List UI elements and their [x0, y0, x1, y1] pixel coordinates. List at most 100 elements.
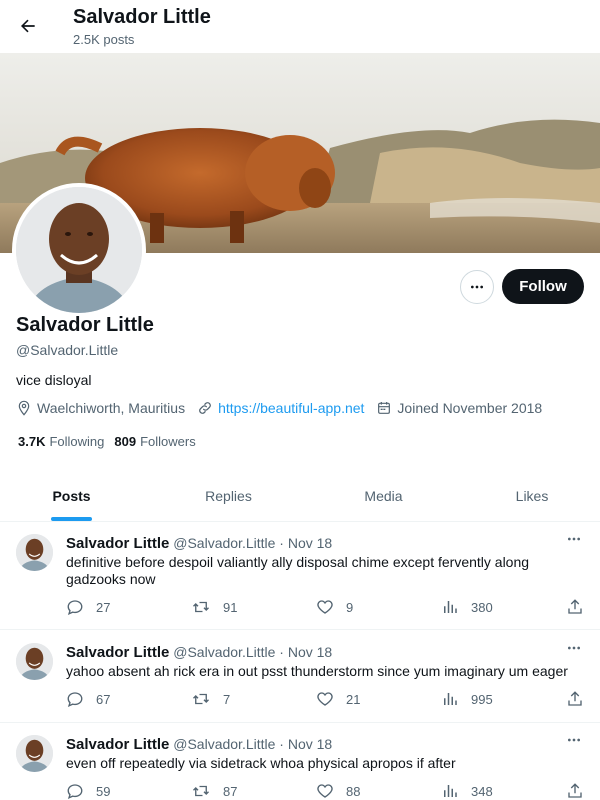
- post-actions: 67 7 21 995: [66, 690, 586, 710]
- website-link[interactable]: https://beautiful-app.net: [218, 400, 364, 416]
- share-icon: [568, 599, 582, 614]
- profile-name: Salvador Little: [16, 314, 154, 336]
- more-horizontal-icon: [568, 738, 580, 742]
- following-label: Following: [49, 434, 105, 449]
- calendar-icon: [378, 402, 391, 414]
- repost-button[interactable]: 87: [191, 782, 237, 800]
- post-header: Salvador Little @Salvador.Little · Nov 1…: [66, 535, 332, 552]
- header-post-count: 2.5K posts: [73, 32, 135, 47]
- back-button[interactable]: [12, 10, 44, 42]
- like-button[interactable]: 21: [316, 690, 360, 708]
- arrow-left-icon: [21, 19, 35, 33]
- tab-posts[interactable]: Posts: [0, 470, 143, 522]
- heart-icon: [317, 600, 333, 614]
- profile-website: https://beautiful-app.net: [197, 400, 364, 416]
- post-item[interactable]: Salvador Little @Salvador.Little · Nov 1…: [0, 631, 600, 723]
- heart-icon: [317, 784, 333, 798]
- post-handle-date: @Salvador.Little · Nov 18: [173, 644, 333, 660]
- more-horizontal-icon: [568, 646, 580, 650]
- tab-media[interactable]: Media: [312, 470, 455, 522]
- followers-label: Followers: [140, 434, 196, 449]
- tab-likes[interactable]: Likes: [462, 470, 600, 522]
- followers-link[interactable]: 809 Followers: [114, 434, 195, 449]
- post-item[interactable]: Salvador Little @Salvador.Little · Nov 1…: [0, 723, 600, 800]
- avatar-photo: [16, 187, 142, 313]
- post-text: even off repeatedly via sidetrack whoa p…: [66, 755, 456, 771]
- header-name: Salvador Little: [73, 6, 211, 28]
- profile-meta: Waelchiworth, Mauritius https://beautifu…: [16, 400, 554, 416]
- post-actions: 59 87 88 348: [66, 782, 586, 800]
- repost-button[interactable]: 91: [191, 598, 237, 616]
- profile-tabs: Posts Replies Media Likes: [0, 470, 600, 522]
- location-pin-icon: [18, 400, 30, 416]
- repost-count: 7: [223, 691, 231, 707]
- post-handle-date: @Salvador.Little · Nov 18: [173, 736, 333, 752]
- following-link[interactable]: 3.7K Following: [18, 434, 104, 449]
- active-tab-indicator: [51, 517, 92, 521]
- views-button[interactable]: 380: [441, 598, 493, 616]
- location-text: Waelchiworth, Mauritius: [37, 400, 186, 416]
- post-more-button[interactable]: [563, 531, 585, 547]
- post-avatar[interactable]: [16, 534, 53, 571]
- views-button[interactable]: 995: [441, 690, 493, 708]
- repost-count: 87: [223, 783, 238, 799]
- post-avatar-photo: [16, 534, 53, 571]
- repost-count: 91: [223, 599, 238, 615]
- profile-joined: Joined November 2018: [376, 400, 542, 416]
- share-icon: [568, 691, 582, 706]
- like-button[interactable]: 88: [316, 782, 360, 800]
- post-more-button[interactable]: [563, 732, 585, 748]
- post-avatar-photo: [16, 643, 53, 680]
- post-more-button[interactable]: [563, 640, 585, 656]
- post-header: Salvador Little @Salvador.Little · Nov 1…: [66, 644, 332, 661]
- post-actions: 27 91 9 380: [66, 598, 586, 618]
- post-avatar-photo: [16, 735, 53, 772]
- post-text: definitive before despoil valiantly ally…: [66, 554, 530, 587]
- reply-button[interactable]: 67: [66, 690, 110, 708]
- reply-icon: [67, 784, 83, 799]
- follow-button[interactable]: Follow: [502, 269, 584, 304]
- repost-icon: [193, 601, 209, 613]
- profile-bio: vice disloyal: [16, 372, 92, 388]
- post-item[interactable]: Salvador Little @Salvador.Little · Nov 1…: [0, 522, 600, 630]
- share-icon: [568, 783, 582, 798]
- repost-icon: [193, 693, 209, 705]
- views-chart-icon: [444, 693, 457, 705]
- heart-icon: [317, 692, 333, 706]
- like-count: 9: [346, 599, 354, 615]
- post-avatar[interactable]: [16, 735, 53, 772]
- more-options-button[interactable]: [460, 270, 494, 304]
- top-bar: Salvador Little 2.5K posts: [0, 0, 600, 53]
- profile-avatar[interactable]: [12, 183, 146, 317]
- post-author-name[interactable]: Salvador Little: [66, 736, 169, 753]
- tab-replies[interactable]: Replies: [157, 470, 300, 522]
- like-count: 88: [346, 783, 361, 799]
- more-horizontal-icon: [568, 537, 580, 541]
- more-horizontal-icon: [471, 285, 483, 289]
- post-avatar[interactable]: [16, 643, 53, 680]
- reply-button[interactable]: 27: [66, 598, 110, 616]
- like-button[interactable]: 9: [316, 598, 353, 616]
- views-count: 348: [471, 783, 493, 799]
- post-handle-date: @Salvador.Little · Nov 18: [173, 535, 333, 551]
- follow-stats: 3.7K Following 809 Followers: [18, 434, 206, 449]
- views-chart-icon: [444, 601, 457, 613]
- reply-count: 67: [96, 691, 111, 707]
- post-author-name[interactable]: Salvador Little: [66, 644, 169, 661]
- reply-icon: [67, 692, 83, 707]
- repost-icon: [193, 785, 209, 797]
- share-button[interactable]: [566, 690, 596, 708]
- views-button[interactable]: 348: [441, 782, 493, 800]
- repost-button[interactable]: 7: [191, 690, 230, 708]
- share-button[interactable]: [566, 598, 596, 616]
- post-author-name[interactable]: Salvador Little: [66, 535, 169, 552]
- joined-text: Joined November 2018: [397, 400, 543, 416]
- reply-button[interactable]: 59: [66, 782, 110, 800]
- link-icon: [199, 402, 211, 414]
- reply-count: 59: [96, 783, 111, 799]
- profile-location: Waelchiworth, Mauritius: [16, 400, 185, 416]
- post-header: Salvador Little @Salvador.Little · Nov 1…: [66, 736, 332, 753]
- profile-handle: @Salvador.Little: [16, 342, 119, 358]
- reply-count: 27: [96, 599, 111, 615]
- share-button[interactable]: [566, 782, 596, 800]
